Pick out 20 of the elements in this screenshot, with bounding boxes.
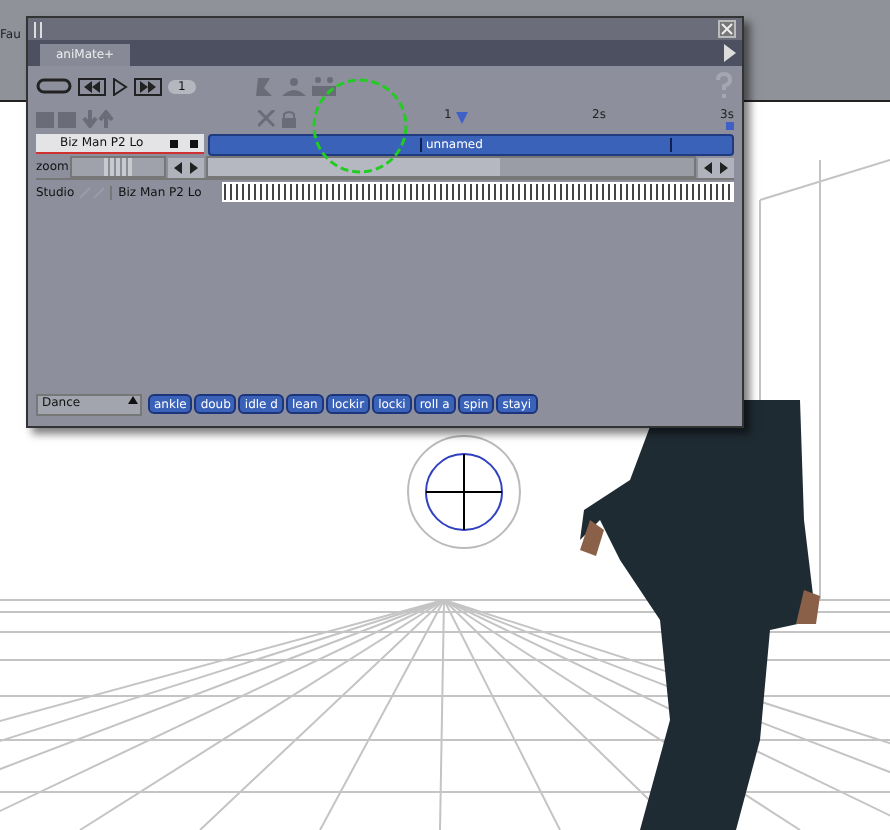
timeline-scrollbar[interactable] (206, 156, 696, 178)
close-icon[interactable] (718, 20, 736, 38)
end-marker-icon[interactable] (726, 122, 734, 130)
skip-end-icon[interactable] (134, 77, 162, 95)
play-icon[interactable] (112, 77, 128, 95)
track-toggle-icon[interactable] (170, 139, 198, 147)
scroll-arrows-icon[interactable] (698, 157, 734, 177)
menu-arrow-icon[interactable] (722, 44, 738, 62)
dashed-circle-icon (310, 76, 410, 176)
crosshair-circle-icon (404, 432, 524, 552)
loop-icon[interactable] (36, 76, 72, 96)
zoom-slider-thumb[interactable] (104, 158, 133, 176)
grip-icon[interactable] (34, 21, 42, 37)
add-remove-track-icon[interactable] (36, 111, 76, 127)
scroll-arrows-icon[interactable] (168, 157, 205, 177)
move-track-icon[interactable] (82, 110, 114, 128)
delete-lock-icon[interactable] (258, 110, 298, 128)
skip-start-icon[interactable] (78, 77, 106, 95)
caret-icon[interactable] (128, 395, 138, 403)
playhead-icon[interactable] (456, 112, 468, 124)
